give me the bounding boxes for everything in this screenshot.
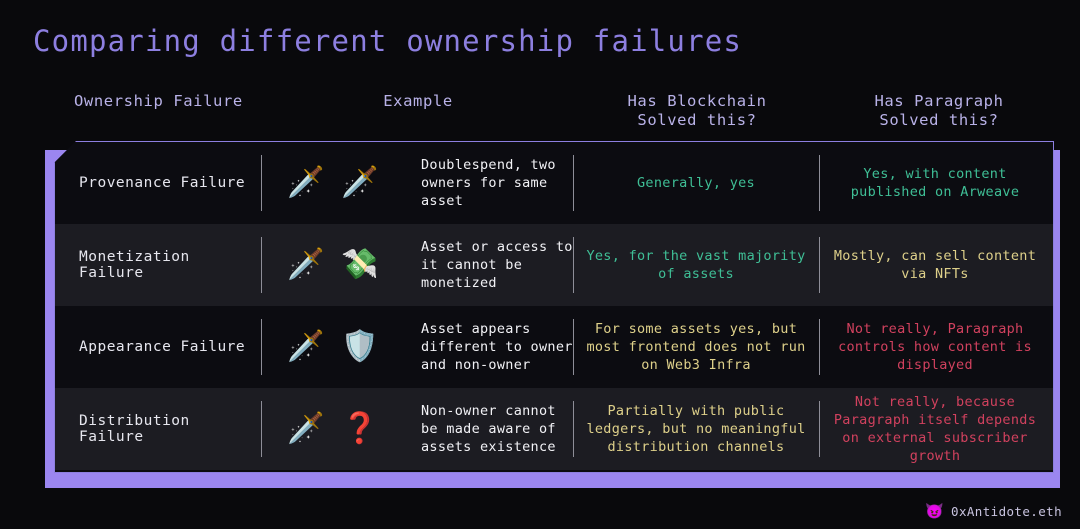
blockchain-verdict: Generally, yes <box>637 175 755 191</box>
cell-ownership-failure: Monetization Failure <box>55 224 261 306</box>
column-header-has-blockchain-solved-this: Has Blockchain Solved this? <box>627 92 767 129</box>
example-description: Non-owner cannot be made aware of assets… <box>421 403 556 455</box>
cell-ownership-failure: Provenance Failure <box>55 142 261 224</box>
failure-label: Provenance Failure <box>79 175 246 191</box>
cell-has-blockchain-solved: For some assets yes, but most frontend d… <box>573 306 819 388</box>
cell-example: 🗡️ 🛡️ Asset appears different to owner a… <box>261 306 573 388</box>
blockchain-verdict: For some assets yes, but most frontend d… <box>586 321 806 373</box>
example-emoji-group: 🗡️ 🛡️ <box>287 332 419 362</box>
example-description: Asset appears different to owner and non… <box>421 321 573 373</box>
shield-icon: 🛡️ <box>341 329 379 364</box>
failure-label: Distribution Failure <box>79 413 190 445</box>
paragraph-verdict: Not really, Paragraph controls how conte… <box>838 321 1032 373</box>
example-description: Doublespend, two owners for same asset <box>421 157 556 209</box>
cell-ownership-failure: Appearance Failure <box>55 306 261 388</box>
dagger-icon: 🗡️ <box>341 165 379 200</box>
cell-has-paragraph-solved: Mostly, can sell content via NFTs <box>819 224 1051 306</box>
blockchain-verdict: Yes, for the vast majority of assets <box>586 248 806 282</box>
example-emoji-group: 🗡️ ❓ <box>287 414 419 444</box>
dagger-icon: 🗡️ <box>287 247 325 282</box>
comparison-table: Provenance Failure 🗡️ 🗡️ Doublespend, tw… <box>54 141 1054 473</box>
cell-has-paragraph-solved: Not really, because Paragraph itself dep… <box>819 388 1051 470</box>
cell-has-blockchain-solved: Partially with public ledgers, but no me… <box>573 388 819 470</box>
author-credit: 😈 0xAntidote.eth <box>925 502 1062 520</box>
failure-label: Appearance Failure <box>79 339 246 355</box>
money-crossed-out-icon: 💸 <box>341 247 379 282</box>
example-emoji-group: 🗡️ 💸 <box>287 250 419 280</box>
question-block-icon: ❓ <box>341 411 379 446</box>
dagger-icon: 🗡️ <box>287 329 325 364</box>
cell-ownership-failure: Distribution Failure <box>55 388 261 470</box>
dagger-icon: 🗡️ <box>287 411 325 446</box>
column-headers: Ownership Failure Example Has Blockchain… <box>48 92 1058 130</box>
page-title: Comparing different ownership failures <box>33 24 743 58</box>
cell-has-paragraph-solved: Not really, Paragraph controls how conte… <box>819 306 1051 388</box>
cell-has-paragraph-solved: Yes, with content published on Arweave <box>819 142 1051 224</box>
paragraph-verdict: Not really, because Paragraph itself dep… <box>833 394 1037 464</box>
paragraph-verdict: Mostly, can sell content via NFTs <box>833 248 1037 282</box>
blockchain-verdict: Partially with public ledgers, but no me… <box>586 403 806 455</box>
column-header-has-paragraph-solved-this: Has Paragraph Solved this? <box>874 92 1004 129</box>
cell-example: 🗡️ 💸 Asset or access to it cannot be mon… <box>261 224 573 306</box>
table-row: Distribution Failure 🗡️ ❓ Non-owner cann… <box>55 388 1053 470</box>
cell-has-blockchain-solved: Yes, for the vast majority of assets <box>573 224 819 306</box>
devil-face-icon: 😈 <box>925 502 945 520</box>
dagger-icon: 🗡️ <box>287 165 325 200</box>
cell-has-blockchain-solved: Generally, yes <box>573 142 819 224</box>
column-header-ownership-failure: Ownership Failure <box>74 92 243 110</box>
table-row: Appearance Failure 🗡️ 🛡️ Asset appears d… <box>55 306 1053 388</box>
table-row: Monetization Failure 🗡️ 💸 Asset or acces… <box>55 224 1053 306</box>
cell-example: 🗡️ 🗡️ Doublespend, two owners for same a… <box>261 142 573 224</box>
cell-example: 🗡️ ❓ Non-owner cannot be made aware of a… <box>261 388 573 470</box>
column-header-example: Example <box>383 92 453 110</box>
table-row: Provenance Failure 🗡️ 🗡️ Doublespend, tw… <box>55 142 1053 224</box>
paragraph-verdict: Yes, with content published on Arweave <box>850 166 1020 200</box>
author-handle: 0xAntidote.eth <box>951 504 1062 519</box>
example-emoji-group: 🗡️ 🗡️ <box>287 168 419 198</box>
example-description: Asset or access to it cannot be monetize… <box>421 239 573 291</box>
failure-label: Monetization Failure <box>79 249 190 281</box>
